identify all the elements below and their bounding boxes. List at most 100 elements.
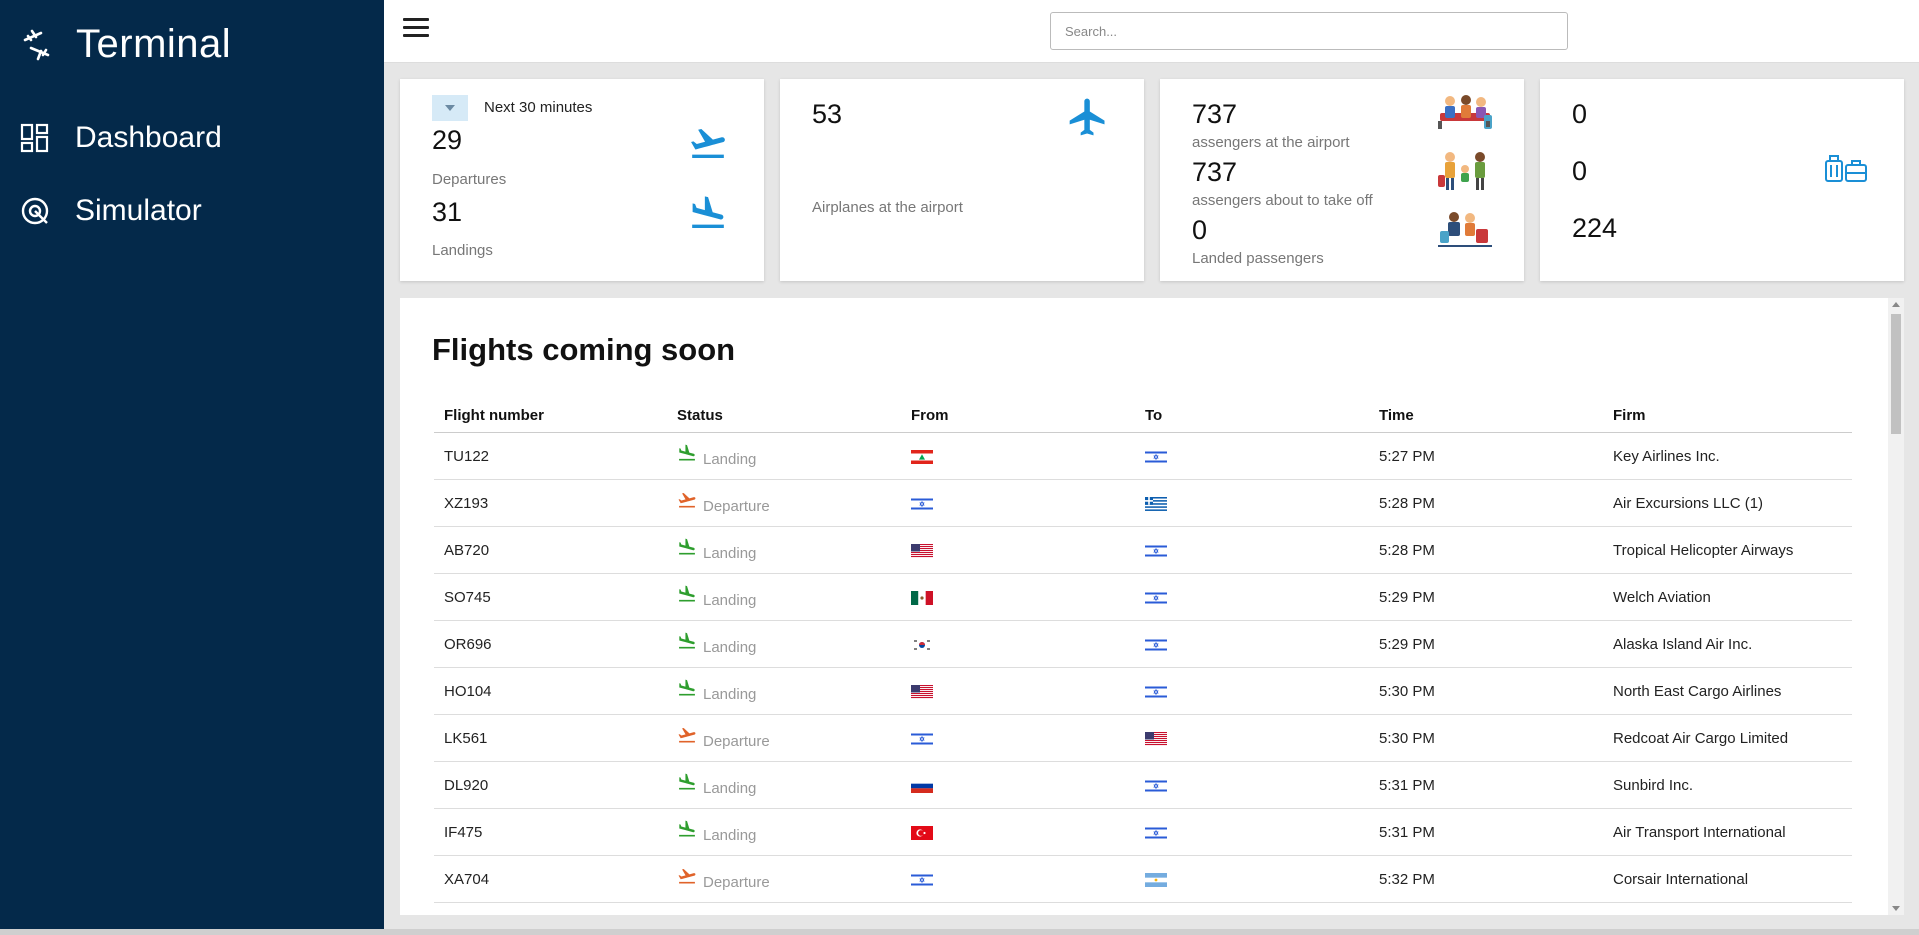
flight-firm: Alaska Island Air Inc. bbox=[1603, 620, 1852, 668]
sidebar: Terminal Dashboard Simulator bbox=[0, 0, 384, 935]
table-row[interactable]: SO745 Landing 5:29 PM Welch Aviation bbox=[434, 573, 1852, 621]
brand[interactable]: Terminal bbox=[20, 22, 231, 67]
flight-number: DL920 bbox=[434, 761, 667, 809]
flight-number: XA704 bbox=[434, 855, 667, 903]
luggage-value-3: 224 bbox=[1572, 213, 1618, 243]
to-flag-icon bbox=[1135, 526, 1369, 574]
from-flag-icon bbox=[901, 761, 1135, 809]
flight-status-cell: Landing bbox=[667, 620, 901, 668]
flight-firm: Sunbird Inc. bbox=[1603, 761, 1852, 809]
col-header[interactable]: Status bbox=[667, 398, 901, 433]
landed-passengers-count: 0 bbox=[1192, 215, 1208, 245]
flight-status: Departure bbox=[703, 873, 770, 891]
from-flag-icon bbox=[901, 432, 1135, 480]
flight-firm: North East Cargo Airlines bbox=[1603, 667, 1852, 715]
airplanes-count: 53 bbox=[812, 99, 843, 129]
table-row[interactable]: LK561 Departure 5:30 PM Redcoat Air Cargo L… bbox=[434, 714, 1852, 762]
table-row[interactable]: IF475 Landing 5:31 PM Air Transport Interna… bbox=[434, 808, 1852, 856]
flights-title: Flights coming soon bbox=[432, 332, 736, 367]
flight-time: 5:28 PM bbox=[1369, 479, 1603, 527]
sidebar-item-label: Simulator bbox=[75, 194, 202, 227]
table-row[interactable]: OR696 Landing 5:29 PM Alaska Island Air Inc… bbox=[434, 620, 1852, 668]
from-flag-icon bbox=[901, 526, 1135, 574]
landing-icon bbox=[679, 820, 695, 837]
to-flag-icon bbox=[1135, 479, 1369, 527]
to-flag-icon bbox=[1135, 620, 1369, 668]
col-header[interactable]: Time bbox=[1369, 398, 1603, 433]
table-row[interactable]: AB720 Landing 5:28 PM Tropical Helicopter A… bbox=[434, 526, 1852, 574]
flight-status: Landing bbox=[703, 826, 757, 844]
app-title: Terminal bbox=[76, 22, 232, 66]
table-row[interactable]: TU122 Landing 5:27 PM Key Airlines Inc. bbox=[434, 432, 1852, 480]
to-flag-icon bbox=[1135, 714, 1369, 762]
flight-firm: Redcoat Air Cargo Limited bbox=[1603, 714, 1852, 762]
landed-passengers-illustration-icon bbox=[1438, 212, 1492, 247]
flight-status-cell: Departure bbox=[667, 479, 901, 527]
landing-icon bbox=[679, 444, 695, 461]
airplane-icon bbox=[1069, 98, 1105, 136]
dashboard-icon bbox=[20, 123, 49, 153]
passengers-takeoff-label: assengers about to take off bbox=[1192, 192, 1373, 209]
to-flag-icon bbox=[1135, 573, 1369, 621]
col-header[interactable]: Flight number bbox=[434, 398, 667, 433]
flight-firm: Welch Aviation bbox=[1603, 573, 1852, 621]
flight-number: AB720 bbox=[434, 526, 667, 574]
flight-time: 5:30 PM bbox=[1369, 667, 1603, 715]
flight-status: Landing bbox=[703, 638, 757, 656]
airplanes-card: 53 Airplanes at the airport bbox=[780, 79, 1144, 281]
flight-status: Landing bbox=[703, 544, 757, 562]
flight-status-cell: Landing bbox=[667, 667, 901, 715]
top-bar bbox=[384, 0, 1919, 63]
col-header[interactable]: To bbox=[1135, 398, 1369, 433]
luggage-value-2: 0 bbox=[1572, 156, 1588, 186]
flight-status: Landing bbox=[703, 685, 757, 703]
departures-label: Departures bbox=[432, 171, 507, 188]
flight-status-cell: Landing bbox=[667, 526, 901, 574]
next-window-card: Next 30 minutes 29 Departures 31 Landing… bbox=[400, 79, 764, 281]
to-flag-icon bbox=[1135, 808, 1369, 856]
landing-icon bbox=[679, 538, 695, 555]
flight-time: 5:29 PM bbox=[1369, 620, 1603, 668]
hamburger-menu-icon[interactable] bbox=[403, 18, 429, 44]
sidebar-item-dashboard[interactable]: Dashboard bbox=[20, 121, 222, 155]
flight-firm: Corsair International bbox=[1603, 855, 1852, 903]
flight-number: LK561 bbox=[434, 714, 667, 762]
landings-count: 31 bbox=[432, 197, 463, 227]
flight-status-cell: Landing bbox=[667, 432, 901, 480]
time-range-dropdown[interactable] bbox=[432, 95, 468, 121]
to-flag-icon bbox=[1135, 855, 1369, 903]
vertical-scrollbar[interactable] bbox=[1888, 298, 1904, 915]
from-flag-icon bbox=[901, 808, 1135, 856]
luggage-icon bbox=[1825, 155, 1867, 182]
departures-count: 29 bbox=[432, 125, 463, 155]
col-header[interactable]: From bbox=[901, 398, 1135, 433]
flight-firm: Tropical Helicopter Airways bbox=[1603, 526, 1852, 574]
landing-icon bbox=[679, 632, 695, 649]
table-row[interactable]: DL920 Landing 5:31 PM Sunbird Inc. bbox=[434, 761, 1852, 809]
airplanes-label: Airplanes at the airport bbox=[812, 199, 963, 216]
simulator-icon bbox=[21, 197, 49, 225]
table-row[interactable]: HO104 Landing 5:30 PM North East Cargo Airl… bbox=[434, 667, 1852, 715]
landing-icon bbox=[679, 679, 695, 696]
table-header-row: Flight number Status From To Time Firm bbox=[434, 398, 1852, 433]
sidebar-item-label: Dashboard bbox=[75, 121, 222, 154]
landing-icon bbox=[679, 773, 695, 790]
terminal-logo-icon bbox=[23, 29, 50, 60]
sidebar-item-simulator[interactable]: Simulator bbox=[20, 194, 202, 228]
landings-label: Landings bbox=[432, 242, 493, 259]
landing-icon bbox=[692, 196, 724, 228]
passengers-card: 737 assengers at the airport 737 assenge… bbox=[1160, 79, 1524, 281]
search-input[interactable] bbox=[1050, 12, 1568, 50]
flight-number: HO104 bbox=[434, 667, 667, 715]
flight-time: 5:28 PM bbox=[1369, 526, 1603, 574]
table-row[interactable]: XZ193 Departure 5:28 PM Air Excursions LLC … bbox=[434, 479, 1852, 527]
time-range-label: Next 30 minutes bbox=[484, 99, 593, 116]
from-flag-icon bbox=[901, 573, 1135, 621]
flight-time: 5:30 PM bbox=[1369, 714, 1603, 762]
bottom-scrollbar[interactable] bbox=[0, 929, 1919, 935]
flights-panel: Flights coming soon Flight number Status… bbox=[400, 298, 1904, 915]
col-header[interactable]: Firm bbox=[1603, 398, 1852, 433]
table-row[interactable]: XA704 Departure 5:32 PM Corsair Internation… bbox=[434, 855, 1852, 903]
flight-number: XZ193 bbox=[434, 479, 667, 527]
flight-status: Departure bbox=[703, 732, 770, 750]
